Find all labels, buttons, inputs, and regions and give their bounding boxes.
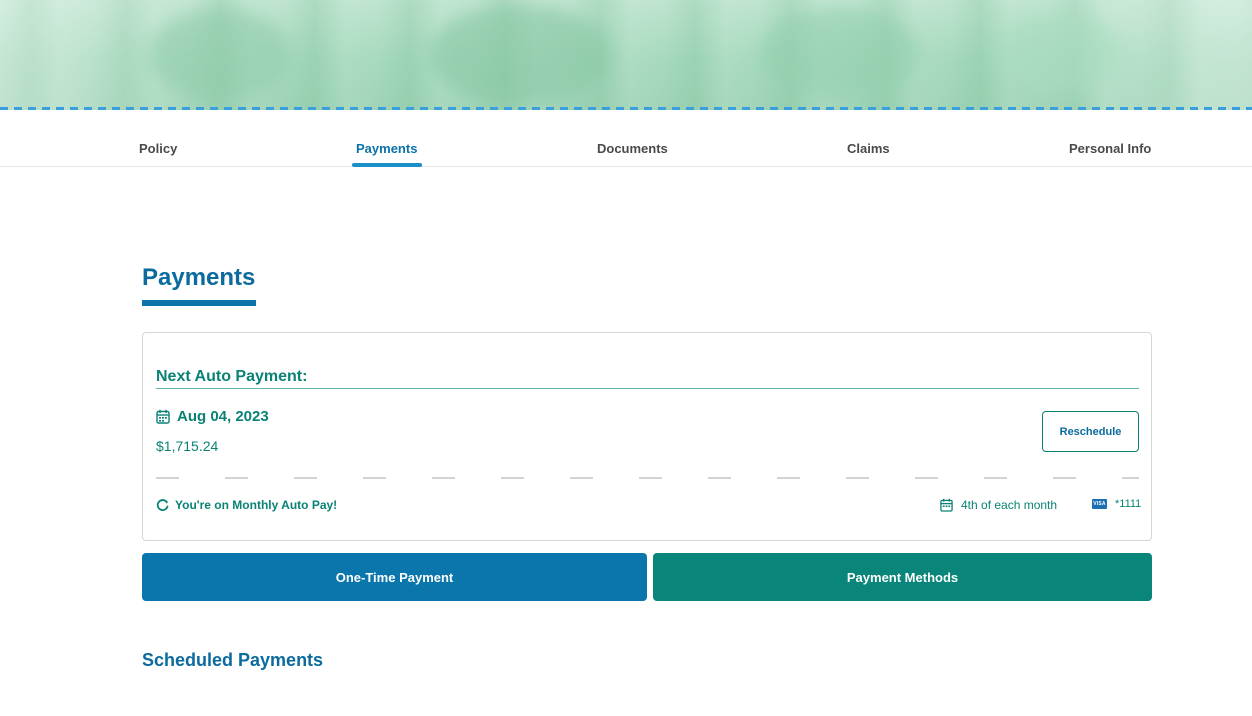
auto-payment-heading: Next Auto Payment: <box>156 368 308 385</box>
payment-card: VISA *1111 <box>1092 498 1141 510</box>
tab-claims[interactable]: Claims <box>847 141 890 156</box>
reschedule-button[interactable]: Reschedule <box>1042 411 1139 452</box>
tab-policy[interactable]: Policy <box>139 141 177 156</box>
payment-schedule: 4th of each month <box>940 498 1057 512</box>
one-time-payment-button[interactable]: One-Time Payment <box>142 553 647 601</box>
payment-schedule-text: 4th of each month <box>961 498 1058 512</box>
title-underline <box>142 300 256 306</box>
tab-payments[interactable]: Payments <box>356 141 417 156</box>
tab-bar: Policy Payments Documents Claims Persona… <box>0 110 1252 167</box>
payment-methods-button[interactable]: Payment Methods <box>653 553 1152 601</box>
hero-decor <box>760 8 920 98</box>
payment-date-row: Aug 04, 2023 <box>156 408 269 425</box>
page-title: Payments <box>142 264 256 291</box>
refresh-icon <box>156 498 169 512</box>
autopay-status: You're on Monthly Auto Pay! <box>156 498 337 512</box>
hero-decor <box>150 10 290 100</box>
tab-documents[interactable]: Documents <box>597 141 668 156</box>
autopay-status-text: You're on Monthly Auto Pay! <box>175 498 338 512</box>
payment-date: Aug 04, 2023 <box>177 408 269 425</box>
calendar-icon <box>156 409 170 424</box>
payment-amount: $1,715.24 <box>156 438 219 454</box>
hero-banner <box>0 0 1252 110</box>
heading-divider <box>156 388 1139 389</box>
dashed-divider <box>156 477 1139 479</box>
active-tab-indicator <box>352 163 422 167</box>
card-last-four: *1111 <box>1115 498 1142 510</box>
visa-card-icon: VISA <box>1092 499 1107 509</box>
next-auto-payment-card: Next Auto Payment: Aug 04, 2023 $1,715.2… <box>142 332 1152 541</box>
scheduled-payments-title: Scheduled Payments <box>142 650 324 670</box>
hero-decor <box>1000 12 1120 92</box>
calendar-icon <box>940 498 953 512</box>
tab-personal-info[interactable]: Personal Info <box>1069 141 1151 156</box>
hero-decor <box>430 5 610 105</box>
